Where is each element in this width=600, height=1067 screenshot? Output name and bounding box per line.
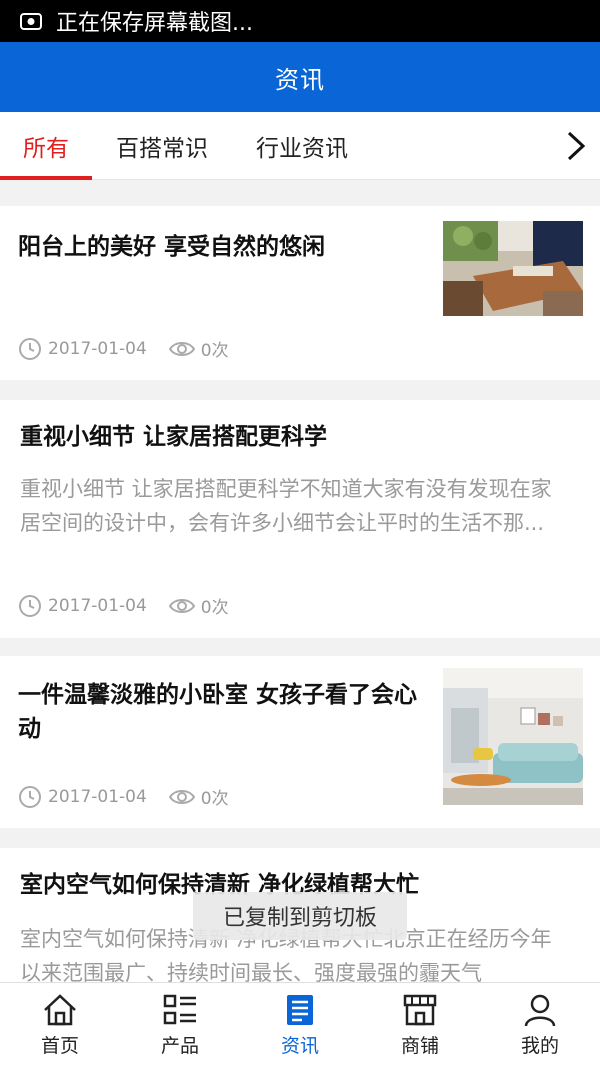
tab-industry-news[interactable]: 行业资讯: [232, 112, 372, 180]
article-card[interactable]: 重视小细节 让家居搭配更科学 重视小细节 让家居搭配更科学不知道大家有没有发现在…: [0, 400, 600, 638]
tab-all[interactable]: 所有: [0, 112, 92, 180]
bottom-nav-profile[interactable]: 我的: [480, 983, 600, 1067]
article-thumbnail[interactable]: [443, 668, 583, 805]
product-list-icon: [163, 994, 196, 1025]
bottom-nav-home[interactable]: 首页: [0, 983, 120, 1067]
page-header: 资讯: [0, 42, 600, 112]
article-title[interactable]: 重视小细节 让家居搭配更科学: [20, 420, 580, 454]
article-card[interactable]: 阳台上的美好 享受自然的悠闲 2017-01-04 0次: [0, 206, 600, 380]
clock-icon: [19, 337, 41, 360]
page-title: 资讯: [275, 65, 325, 94]
article-meta: 2017-01-04 0次: [18, 593, 229, 618]
category-tabs: 所有 百搭常识 行业资讯: [0, 112, 600, 180]
shop-icon: [403, 994, 437, 1026]
eye-icon: [168, 598, 195, 613]
bottom-nav-label: 首页: [40, 1035, 79, 1057]
home-icon: [44, 994, 76, 1026]
article-views: 0次: [200, 341, 229, 361]
article-meta: 2017-01-04 0次: [18, 336, 229, 361]
chevron-right-icon[interactable]: [560, 129, 590, 163]
bottom-nav-shop[interactable]: 商铺: [360, 983, 480, 1067]
bottom-nav-label: 我的: [520, 1035, 559, 1057]
article-card[interactable]: 一件温馨淡雅的小卧室 女孩子看了会心动 2017-01-04 0次: [0, 656, 600, 828]
article-title[interactable]: 一件温馨淡雅的小卧室 女孩子看了会心动: [18, 678, 418, 746]
article-date: 2017-01-04: [48, 595, 147, 616]
article-views: 0次: [200, 789, 229, 809]
screenshot-icon: [20, 13, 42, 30]
bottom-nav-label: 资讯: [280, 1035, 319, 1057]
bottom-nav-products[interactable]: 产品: [120, 983, 240, 1067]
bottom-nav-label: 产品: [160, 1035, 199, 1057]
tab-common-sense[interactable]: 百搭常识: [92, 112, 232, 180]
bottom-nav: 首页 产品 资讯 商铺 我的: [0, 982, 600, 1067]
article-summary: 重视小细节 让家居搭配更科学不知道大家有没有发现在家居空间的设计中，会有许多小细…: [20, 477, 552, 535]
article-meta: 2017-01-04 0次: [18, 784, 229, 809]
article-date: 2017-01-04: [48, 786, 147, 807]
article-thumbnail[interactable]: [443, 221, 583, 316]
toast-message: 已复制到剪切板: [193, 892, 407, 940]
eye-icon: [168, 789, 195, 804]
clock-icon: [19, 785, 41, 808]
status-text: 正在保存屏幕截图...: [56, 11, 253, 36]
user-icon: [524, 994, 556, 1027]
eye-icon: [168, 341, 195, 356]
article-date: 2017-01-04: [48, 338, 147, 359]
article-title[interactable]: 阳台上的美好 享受自然的悠闲: [18, 230, 418, 264]
bottom-nav-news[interactable]: 资讯: [240, 983, 360, 1067]
status-bar: 正在保存屏幕截图...: [0, 0, 600, 42]
article-views: 0次: [200, 598, 229, 618]
news-icon: [287, 995, 313, 1025]
clock-icon: [19, 594, 41, 617]
bottom-nav-label: 商铺: [400, 1035, 439, 1057]
